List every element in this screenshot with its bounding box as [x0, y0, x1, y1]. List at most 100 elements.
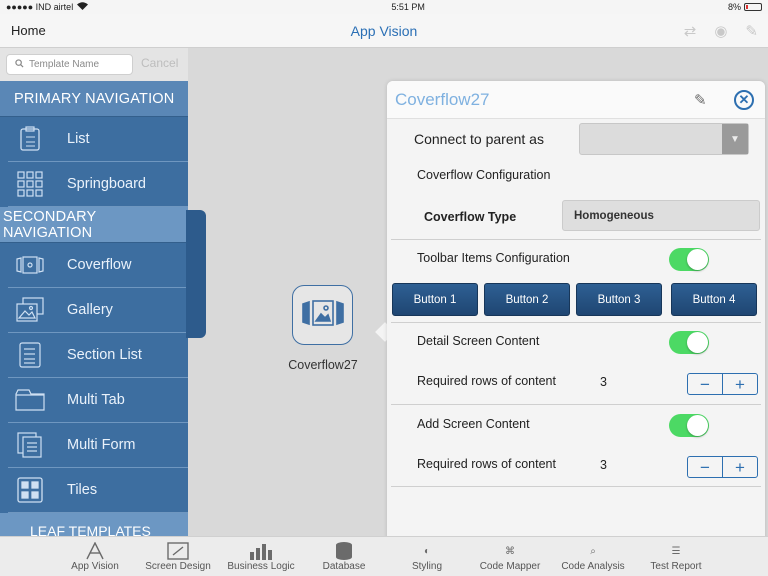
close-icon[interactable]: ✕ — [734, 90, 754, 110]
coverflow-type-select[interactable]: Homogeneous — [562, 200, 760, 231]
sidebar-item-gallery[interactable]: Gallery — [8, 288, 188, 333]
clock: 5:51 PM — [391, 2, 425, 12]
tab-label: App Vision — [71, 561, 119, 572]
detail-rows-stepper[interactable]: − + — [687, 373, 758, 395]
app-vision-icon — [60, 541, 130, 561]
tab-business-logic[interactable]: Business Logic — [226, 541, 296, 572]
sidebar-item-label: Tiles — [67, 482, 98, 498]
coverflow-icon — [301, 298, 345, 333]
node-label: Coverflow27 — [288, 358, 358, 372]
plus-button[interactable]: + — [723, 374, 757, 394]
toolbar-button-2[interactable]: Button 2 — [484, 283, 570, 316]
toolbar-button-3[interactable]: Button 3 — [576, 283, 662, 316]
business-logic-icon — [226, 541, 296, 561]
sidebar-item-label: Multi Tab — [67, 392, 125, 408]
pencil-icon[interactable]: ✎ — [694, 91, 707, 109]
connect-parent-dropdown[interactable]: ▼ — [579, 123, 749, 155]
sidebar-item-multi-tab[interactable]: Multi Tab — [8, 378, 188, 423]
sidebar-item-label: Multi Form — [67, 437, 136, 453]
sidebar-item-section-list[interactable]: Section List — [8, 333, 188, 378]
add-rows-stepper[interactable]: − + — [687, 456, 758, 478]
wifi-icon — [77, 2, 89, 12]
status-bar: ●●●●● IND airtel 5:51 PM 8% — [0, 0, 768, 14]
styling-icon: ◐ — [423, 545, 431, 557]
coverflow-config-label: Coverflow Configuration — [417, 168, 551, 182]
plus-button[interactable]: + — [723, 457, 757, 477]
detail-rows-label: Required rows of content — [417, 374, 556, 388]
code-analysis-icon: ⌕ — [590, 545, 596, 557]
settings-icon[interactable]: ◉ — [714, 22, 727, 40]
tab-styling[interactable]: ◐ Styling — [392, 541, 462, 573]
sidebar-item-label: Section List — [67, 347, 142, 363]
test-report-icon: ☰ — [671, 545, 681, 557]
chevron-down-icon: ▼ — [722, 124, 748, 154]
sidebar-item-label: Gallery — [67, 302, 113, 318]
tab-code-mapper[interactable]: ⌘ Code Mapper — [475, 541, 545, 573]
divider — [391, 404, 761, 405]
toolbar-config-label: Toolbar Items Configuration — [417, 251, 570, 265]
battery-icon — [744, 3, 762, 11]
add-rows-label: Required rows of content — [417, 457, 556, 471]
coverflow-type-label: Coverflow Type — [424, 210, 517, 224]
search-icon — [15, 58, 24, 71]
tab-label: Screen Design — [145, 561, 211, 572]
coverflow-icon — [15, 252, 45, 278]
toolbar-toggle[interactable] — [669, 248, 709, 271]
add-rows-value: 3 — [600, 458, 607, 472]
configuration-popover: Coverflow27 ✎ ✕ Connect to parent as ▼ C… — [387, 81, 765, 576]
tab-app-vision[interactable]: App Vision — [60, 541, 130, 572]
database-icon — [309, 541, 379, 561]
search-placeholder: Template Name — [29, 59, 100, 70]
section-list-icon — [15, 342, 45, 368]
tab-label: Test Report — [650, 561, 702, 572]
divider — [391, 322, 761, 323]
tab-database[interactable]: Database — [309, 541, 379, 572]
detail-content-toggle[interactable] — [669, 331, 709, 354]
coverflow-node[interactable] — [292, 285, 353, 345]
minus-button[interactable]: − — [688, 457, 723, 477]
bottom-tab-bar: App Vision Screen Design Business Logic … — [0, 536, 768, 576]
navigation-bar: Home App Vision ⇄ ◉ ✎ — [0, 14, 768, 48]
detail-content-label: Detail Screen Content — [417, 334, 540, 348]
sidebar-item-label: Springboard — [67, 176, 146, 192]
add-content-toggle[interactable] — [669, 414, 709, 437]
tab-label: Code Analysis — [561, 561, 625, 572]
tab-label: Database — [322, 561, 366, 572]
toolbar-button-4[interactable]: Button 4 — [671, 283, 757, 316]
popover-header: Coverflow27 ✎ ✕ — [387, 81, 765, 119]
connect-label: Connect to parent as — [414, 131, 544, 147]
sidebar-item-coverflow[interactable]: Coverflow — [8, 243, 188, 288]
multi-tab-icon — [15, 387, 45, 413]
tab-label: Code Mapper — [479, 561, 541, 572]
search-row: Template Name Cancel — [0, 48, 188, 81]
divider — [391, 486, 761, 487]
popover-title: Coverflow27 — [395, 90, 490, 109]
tab-label: Business Logic — [227, 561, 295, 572]
tab-label: Styling — [411, 561, 442, 572]
search-input[interactable]: Template Name — [6, 54, 133, 75]
code-mapper-icon: ⌘ — [505, 545, 515, 557]
tiles-icon — [15, 477, 45, 503]
add-content-label: Add Screen Content — [417, 417, 530, 431]
cancel-button[interactable]: Cancel — [141, 56, 178, 70]
tab-screen-design[interactable]: Screen Design — [143, 541, 213, 572]
tab-code-analysis[interactable]: ⌕ Code Analysis — [558, 541, 628, 573]
leaf-templates-header: LEAF TEMPLATES — [0, 513, 188, 536]
swap-icon[interactable]: ⇄ — [684, 22, 697, 40]
sidebar-item-multi-form[interactable]: Multi Form — [8, 423, 188, 468]
secondary-navigation-header: SECONDARY NAVIGATION — [0, 207, 188, 243]
edit-icon[interactable]: ✎ — [745, 22, 758, 40]
sidebar-item-label: Coverflow — [67, 257, 132, 273]
sidebar-item-list[interactable]: List — [8, 117, 188, 162]
sidebar-item-label: List — [67, 131, 90, 147]
tab-test-report[interactable]: ☰ Test Report — [641, 541, 711, 573]
gallery-icon — [15, 297, 45, 323]
grid-icon — [15, 171, 45, 197]
sidebar-item-springboard[interactable]: Springboard — [8, 162, 188, 207]
minus-button[interactable]: − — [688, 374, 723, 394]
sidebar-collapse-handle[interactable] — [186, 210, 206, 338]
sidebar-item-tiles[interactable]: Tiles — [8, 468, 188, 513]
toolbar-button-1[interactable]: Button 1 — [392, 283, 478, 316]
page-title: App Vision — [350, 23, 418, 39]
divider — [391, 239, 761, 240]
